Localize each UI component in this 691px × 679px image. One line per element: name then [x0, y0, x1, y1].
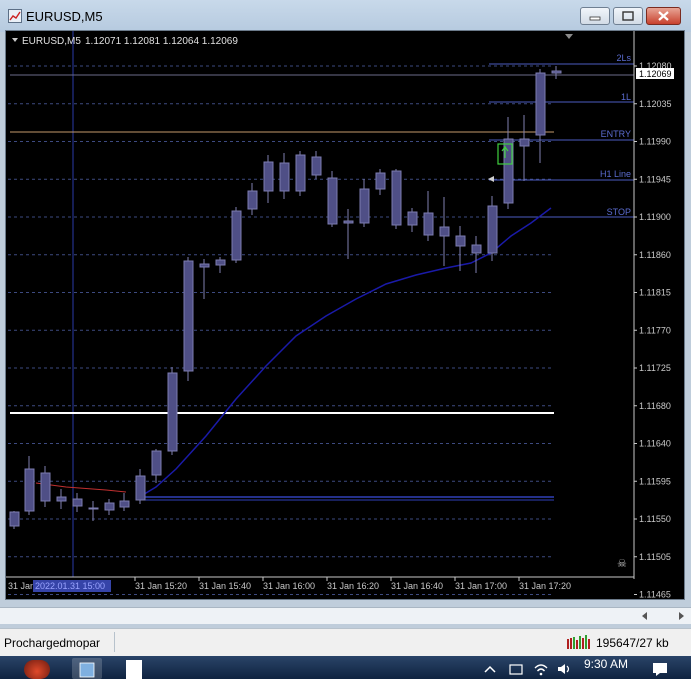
- skull-icon[interactable]: ☠: [617, 557, 627, 570]
- window-title: EURUSD,M5: [26, 9, 103, 24]
- candle-body: [423, 212, 434, 236]
- price-tick-label: 1.11725: [639, 363, 671, 373]
- restore-icon: [622, 11, 634, 21]
- candle-body: [359, 188, 370, 224]
- symbol-menu-icon[interactable]: [12, 38, 18, 42]
- time-tick-label: 31 Jan 16:20: [327, 581, 379, 591]
- candle-body: [135, 475, 146, 501]
- label-entry: ENTRY: [601, 129, 631, 139]
- candle-body: [151, 450, 162, 476]
- time-axis: 31 Jan 15:20 31 Jan 15:40 31 Jan 16:00 31 J…: [134, 577, 571, 591]
- tray-expand-icon[interactable]: [484, 664, 496, 674]
- time-tick-label: 31 Jan 15:20: [135, 581, 187, 591]
- candles: [9, 66, 562, 529]
- price-chart[interactable]: EURUSD,M5 1.12071 1.12081 1.12064 1.1206…: [6, 31, 684, 599]
- candle-body: [487, 205, 498, 254]
- taskbar-app-metatrader[interactable]: [72, 658, 102, 679]
- candle-body: [247, 190, 258, 210]
- current-price-label: 1.12069: [639, 69, 672, 79]
- close-icon: [658, 11, 669, 21]
- maximize-button[interactable]: [613, 7, 643, 25]
- time-tick-label: 31 Jan 15:40: [199, 581, 251, 591]
- chart-symbol: EURUSD,M5: [22, 36, 81, 47]
- price-tick-label: 1.11990: [639, 137, 671, 147]
- time-tick-label: 31 Jan 16:00: [263, 581, 315, 591]
- metatrader-icon: [79, 662, 95, 678]
- price-tick-label: 1.11465: [639, 590, 671, 600]
- price-tick-label: 1.12035: [639, 99, 672, 109]
- candle-body: [279, 162, 290, 192]
- price-tick-label: 1.11770: [639, 325, 671, 335]
- candle-body: [407, 211, 418, 226]
- taskbar-clock[interactable]: 9:30 AM: [584, 657, 628, 671]
- status-traffic: 195647/27 kb: [596, 636, 669, 650]
- candle-body: [263, 161, 274, 192]
- status-profile: Prochargedmopar: [4, 636, 101, 650]
- candle-body: [72, 498, 83, 507]
- candle-body: [535, 72, 546, 136]
- time-tick-label: 31 Jan 17:00: [455, 581, 507, 591]
- chart-ohlc: 1.12071 1.12081 1.12064 1.12069: [85, 36, 238, 47]
- price-tick-label: 1.11640: [639, 439, 671, 449]
- candle-body: [104, 502, 115, 511]
- chart-window-icon: [8, 9, 22, 23]
- time-tick-label: 31 Jan 17:20: [519, 581, 571, 591]
- notification-icon[interactable]: [652, 662, 668, 676]
- scroll-marker-icon[interactable]: [565, 34, 573, 39]
- price-tick-label: 1.11550: [639, 514, 671, 524]
- price-tick-label: 1.11595: [639, 476, 671, 486]
- price-axis: 1.120801.120351.119901.119451.119001.118…: [6, 31, 672, 599]
- candle-body: [343, 220, 354, 224]
- candle-body: [24, 468, 35, 512]
- start-button[interactable]: [24, 660, 50, 679]
- candle-body: [455, 235, 466, 247]
- candle-body: [119, 500, 130, 508]
- price-tick-label: 1.11815: [639, 288, 671, 298]
- scroll-right-icon[interactable]: [676, 611, 686, 621]
- candle-body: [327, 177, 338, 225]
- pointer-marker-icon: [488, 176, 494, 182]
- candle-body: [375, 172, 386, 190]
- candle-body: [231, 210, 242, 261]
- candle-body: [40, 472, 51, 502]
- wifi-icon[interactable]: [533, 662, 549, 676]
- minimize-button[interactable]: [580, 7, 610, 25]
- candle-body: [167, 372, 178, 452]
- label-stop: STOP: [607, 207, 631, 217]
- close-button[interactable]: [646, 7, 681, 25]
- grid-lines: [8, 65, 554, 595]
- time-tick-label: 31 Jan 16:40: [391, 581, 443, 591]
- price-tick-label: 1.11680: [639, 401, 671, 411]
- candle-body: [471, 244, 482, 254]
- candle-body: [295, 154, 306, 192]
- time-first-label: 31 Jan: [8, 581, 35, 591]
- tray-device-icon[interactable]: [508, 662, 524, 676]
- candle-body: [88, 507, 99, 510]
- minimize-icon: [589, 16, 601, 21]
- candle-body: [183, 260, 194, 372]
- time-highlight-label: 2022.01.31 15:00: [35, 581, 105, 591]
- candle-body: [551, 70, 562, 74]
- label-1l: 1L: [621, 92, 631, 102]
- volume-icon[interactable]: [556, 662, 572, 676]
- label-h1-line: H1 Line: [600, 169, 631, 179]
- candle-body: [519, 138, 530, 147]
- candle-body: [9, 511, 20, 527]
- price-tick-label: 1.11860: [639, 250, 671, 260]
- label-2ls: 2Ls: [616, 53, 631, 63]
- candle-body: [199, 263, 210, 268]
- connection-status-icon[interactable]: [567, 635, 593, 649]
- price-tick-label: 1.11945: [639, 174, 671, 184]
- candle-body: [215, 259, 226, 266]
- candle-body: [56, 496, 67, 502]
- taskbar-app-terminal[interactable]: [126, 660, 142, 679]
- price-tick-label: 1.11900: [639, 212, 671, 222]
- candle-body: [391, 170, 402, 226]
- horizontal-scrollbar[interactable]: [0, 607, 691, 624]
- scroll-left-icon[interactable]: [640, 611, 650, 621]
- price-tick-label: 1.11505: [639, 552, 671, 562]
- candle-body: [311, 156, 322, 176]
- candle-body: [439, 226, 450, 237]
- status-divider: [114, 632, 115, 652]
